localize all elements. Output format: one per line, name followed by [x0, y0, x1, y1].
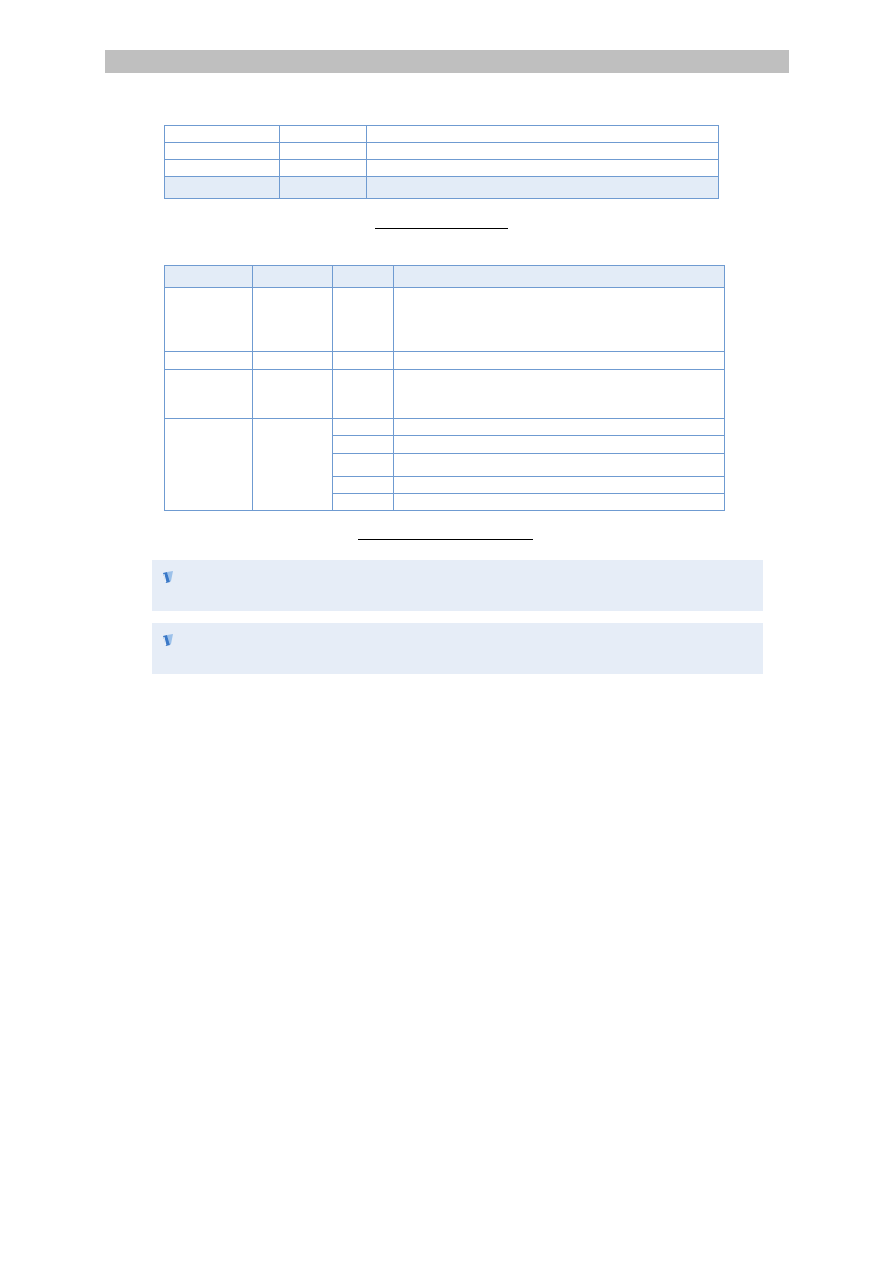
table-header-row [164, 265, 725, 288]
table-cell [366, 142, 719, 160]
table-cell [164, 125, 280, 143]
table-cell [279, 176, 367, 199]
table-cell [366, 159, 719, 177]
table-cell [164, 351, 253, 370]
table-cell [279, 142, 367, 160]
table-cell [164, 287, 253, 352]
table-row [164, 287, 725, 352]
table-cell [393, 476, 725, 494]
table-1 [164, 125, 719, 199]
table-2 [164, 265, 725, 511]
table-cell [366, 176, 719, 199]
table-cell [164, 142, 280, 160]
table-cell [164, 418, 253, 511]
note-box [152, 560, 763, 611]
table-cell [393, 287, 725, 352]
table-row [164, 418, 725, 511]
table-header-cell [252, 265, 333, 288]
note-icon [163, 634, 173, 646]
page-header-bar [105, 50, 789, 73]
table-cell [164, 176, 280, 199]
table-1-caption [375, 228, 508, 229]
table-cell [332, 418, 394, 436]
table-cell [332, 351, 394, 370]
table-cell [252, 369, 333, 419]
table-cell [332, 453, 394, 477]
table-cell [393, 435, 725, 454]
table-cell [393, 493, 725, 511]
table-row [164, 142, 719, 160]
table-cell [164, 369, 253, 419]
table-header-cell [393, 265, 725, 288]
table-2-caption [358, 539, 533, 540]
note-box [152, 623, 763, 674]
table-row [164, 176, 719, 199]
table-header-cell [164, 265, 253, 288]
table-row [164, 159, 719, 177]
table-row [164, 369, 725, 419]
table-cell [252, 287, 333, 352]
table-cell [393, 351, 725, 370]
table-cell [393, 369, 725, 419]
table-cell [332, 493, 394, 511]
table-cell [252, 351, 333, 370]
table-cell [252, 418, 333, 511]
table-cell [164, 159, 280, 177]
table-cell [393, 453, 725, 477]
note-icon [163, 571, 173, 583]
table-row [164, 351, 725, 370]
table-cell [332, 435, 394, 454]
table-cell [393, 418, 725, 436]
table-cell [279, 125, 367, 143]
table-row [164, 125, 719, 143]
table-cell [366, 125, 719, 143]
table-cell [332, 476, 394, 494]
table-cell [332, 369, 394, 419]
table-header-cell [332, 265, 394, 288]
table-cell [332, 287, 394, 352]
table-cell [279, 159, 367, 177]
